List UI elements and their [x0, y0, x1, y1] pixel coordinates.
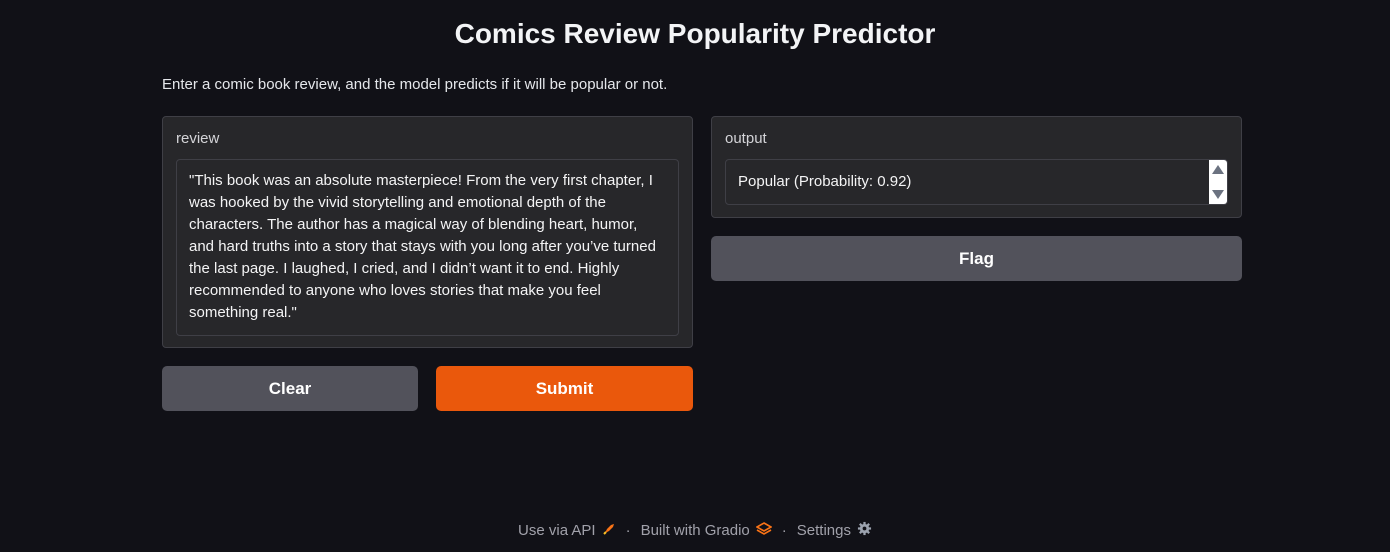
output-textbox[interactable]: Popular (Probability: 0.92) — [725, 159, 1228, 205]
review-panel: review "This book was an absolute master… — [162, 116, 693, 348]
footer-settings-label: Settings — [796, 521, 851, 539]
output-panel: output Popular (Probability: 0.92) — [711, 116, 1242, 218]
footer-api-link[interactable]: Use via API — [518, 522, 616, 539]
footer-separator: · — [781, 521, 787, 539]
review-label: review — [176, 130, 220, 147]
page-description: Enter a comic book review, and the model… — [162, 76, 668, 93]
gear-icon — [857, 521, 872, 539]
app-root: Comics Review Popularity Predictor Enter… — [0, 0, 1390, 552]
gradio-logo-icon — [755, 521, 773, 539]
clear-button[interactable]: Clear — [162, 366, 418, 411]
review-textarea[interactable]: "This book was an absolute masterpiece! … — [176, 159, 679, 336]
scroll-down-icon[interactable] — [1212, 190, 1224, 199]
footer: Use via API · Built with Gradio · Settin… — [0, 521, 1390, 539]
footer-settings-link[interactable]: Settings — [797, 521, 872, 539]
footer-separator: · — [625, 521, 631, 539]
submit-button[interactable]: Submit — [436, 366, 693, 411]
output-label: output — [725, 130, 767, 147]
footer-api-label: Use via API — [518, 521, 596, 539]
scroll-up-icon[interactable] — [1212, 165, 1224, 174]
flag-button[interactable]: Flag — [711, 236, 1242, 281]
output-value: Popular (Probability: 0.92) — [738, 173, 912, 190]
footer-built-label: Built with Gradio — [640, 521, 750, 539]
rocket-icon — [602, 522, 616, 539]
footer-gradio-link[interactable]: Built with Gradio — [640, 521, 773, 539]
page-title: Comics Review Popularity Predictor — [454, 18, 936, 49]
output-scrollbar[interactable] — [1209, 160, 1227, 204]
